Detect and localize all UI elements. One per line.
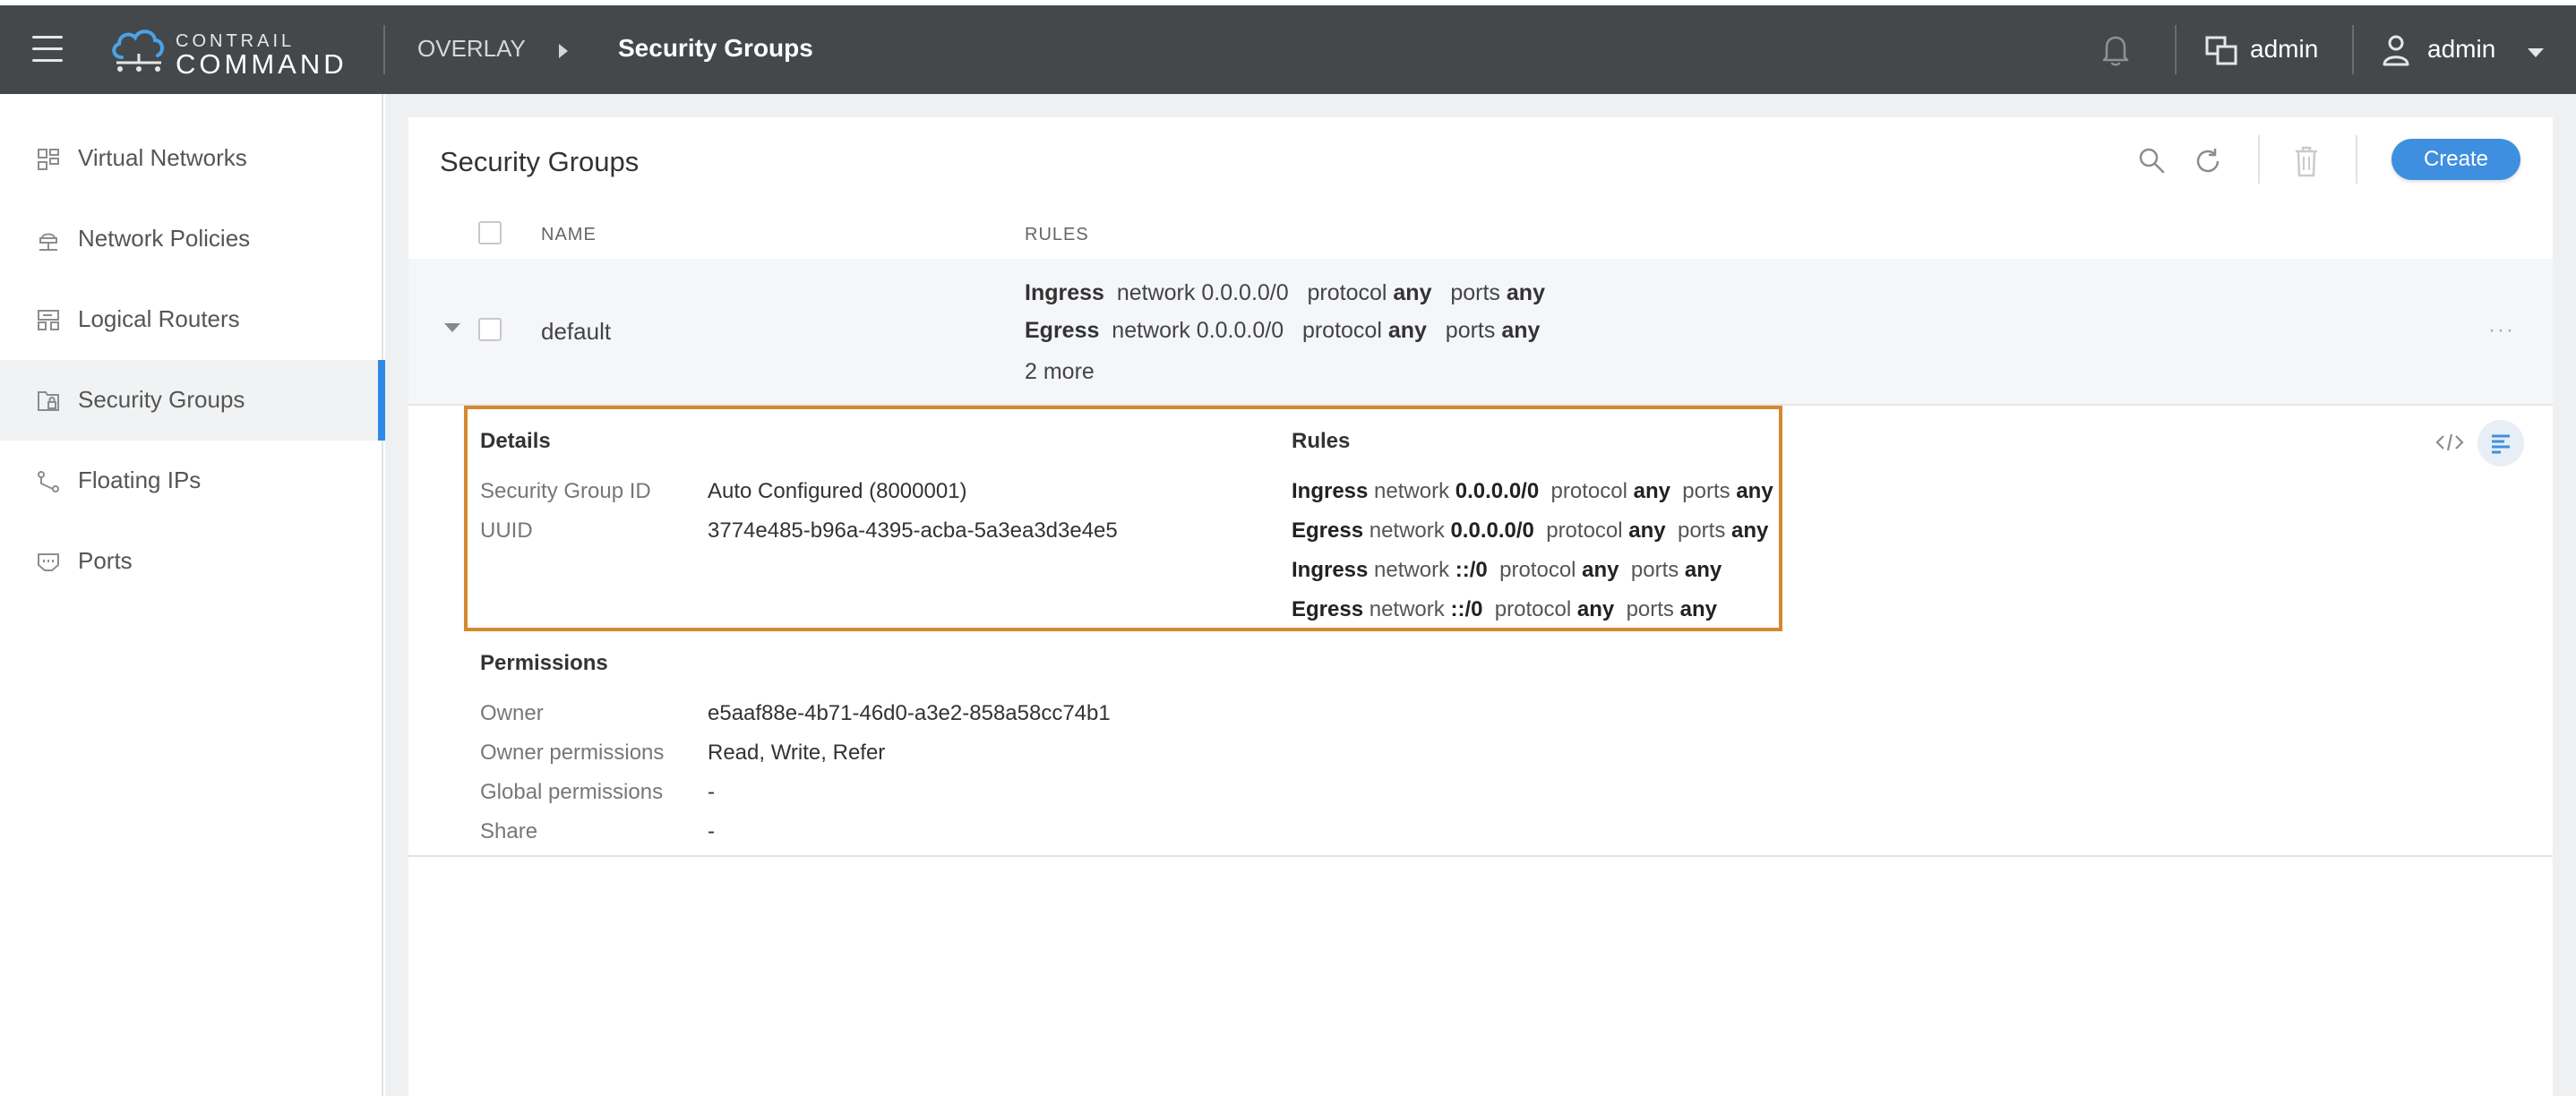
row-actions-menu-icon[interactable]: ··· xyxy=(2488,318,2515,343)
column-header-name[interactable]: NAME xyxy=(541,225,597,245)
owner-permissions-label: Owner permissions xyxy=(480,741,665,765)
row-details-panel: Details Rules Security Group ID Auto Con… xyxy=(408,406,2553,857)
code-view-icon[interactable] xyxy=(2434,429,2465,456)
share-value: - xyxy=(708,819,715,843)
uuid-label: UUID xyxy=(480,518,533,543)
select-all-checkbox[interactable] xyxy=(478,221,502,244)
security-group-id-value: Auto Configured (8000001) xyxy=(708,479,967,503)
column-header-rules: RULES xyxy=(1025,225,1089,244)
owner-label: Owner xyxy=(480,701,544,725)
user-menu[interactable]: admin xyxy=(2427,35,2495,64)
permissions-title: Permissions xyxy=(480,651,608,675)
main-content: Security Groups Create NAME RULES defaul… xyxy=(385,94,2576,1096)
sidebar-item-label: Virtual Networks xyxy=(78,144,247,171)
sidebar-item-ports[interactable]: Ports xyxy=(0,521,383,602)
owner-permissions-value: Read, Write, Refer xyxy=(708,741,886,765)
details-view-toggle[interactable] xyxy=(2477,420,2524,467)
sidebar-item-virtual-networks[interactable]: Virtual Networks xyxy=(0,118,383,199)
notification-bell-icon[interactable] xyxy=(2099,32,2132,68)
rule-detail: Egress network 0.0.0.0/0 protocol any po… xyxy=(1292,518,1769,543)
cloud-logo-icon xyxy=(112,30,164,72)
contrail-command-logo[interactable]: CONTRAIL COMMAND xyxy=(109,25,351,80)
header-divider xyxy=(2175,25,2177,74)
row-name[interactable]: default xyxy=(541,318,611,346)
user-menu-caret-icon[interactable] xyxy=(2528,48,2544,57)
top-bar: CONTRAIL COMMAND OVERLAY Security Groups… xyxy=(0,5,2576,94)
breadcrumb-overlay[interactable]: OVERLAY xyxy=(417,35,526,63)
uuid-value: 3774e485-b96a-4395-acba-5a3ea3d3e4e5 xyxy=(708,518,1118,543)
table-row[interactable]: default Ingress network 0.0.0.0/0 protoc… xyxy=(408,259,2553,406)
active-indicator xyxy=(378,360,385,441)
logical-routers-icon xyxy=(38,310,59,330)
sidebar-item-network-policies[interactable]: Network Policies xyxy=(0,199,383,279)
sidebar-item-label: Ports xyxy=(78,547,133,574)
sidebar: Virtual Networks Network Policies Logica… xyxy=(0,94,385,1096)
trash-icon xyxy=(2296,146,2317,177)
align-left-icon xyxy=(2492,434,2510,454)
row-checkbox[interactable] xyxy=(478,318,502,341)
virtual-networks-icon xyxy=(38,149,59,170)
search-icon[interactable] xyxy=(2137,146,2166,175)
sidebar-item-label: Network Policies xyxy=(78,225,251,252)
security-group-id-label: Security Group ID xyxy=(480,479,651,503)
header-divider xyxy=(383,25,385,74)
user-icon[interactable] xyxy=(2383,34,2409,66)
refresh-icon[interactable] xyxy=(2193,146,2223,176)
rules-title: Rules xyxy=(1292,429,1351,453)
collapse-caret-icon[interactable] xyxy=(444,323,460,332)
breadcrumb-chevron-icon xyxy=(559,44,568,58)
ports-icon xyxy=(38,553,59,571)
rule-detail: Ingress network 0.0.0.0/0 protocol any p… xyxy=(1292,479,1773,503)
share-label: Share xyxy=(480,819,538,843)
security-groups-icon xyxy=(38,391,59,411)
project-icon[interactable] xyxy=(2205,36,2237,66)
sidebar-item-label: Logical Routers xyxy=(78,305,240,332)
sidebar-item-label: Floating IPs xyxy=(78,467,202,493)
hamburger-menu-icon[interactable] xyxy=(32,36,63,63)
rule-summary: Ingress network 0.0.0.0/0 protocol any p… xyxy=(1025,280,1545,305)
network-policies-icon xyxy=(39,233,57,251)
header-divider xyxy=(2352,25,2354,74)
toolbar-divider xyxy=(2356,135,2357,184)
rule-detail: Ingress network ::/0 protocol any ports … xyxy=(1292,558,1722,582)
security-groups-panel: Security Groups Create NAME RULES defaul… xyxy=(408,117,2553,1096)
toolbar-divider xyxy=(2258,135,2260,184)
more-rules-link[interactable]: 2 more xyxy=(1025,359,1095,385)
owner-value: e5aaf88e-4b71-46d0-a3e2-858a58cc74b1 xyxy=(708,701,1111,725)
global-permissions-value: - xyxy=(708,780,715,804)
rule-detail: Egress network ::/0 protocol any ports a… xyxy=(1292,597,1717,621)
details-title: Details xyxy=(480,429,551,453)
sidebar-item-label: Security Groups xyxy=(78,386,245,413)
sidebar-item-floating-ips[interactable]: Floating IPs xyxy=(0,441,383,521)
create-button[interactable]: Create xyxy=(2391,139,2520,180)
project-selector[interactable]: admin xyxy=(2250,35,2318,64)
floating-ips-icon xyxy=(38,471,59,492)
global-permissions-label: Global permissions xyxy=(480,780,664,804)
rule-summary: Egress network 0.0.0.0/0 protocol any po… xyxy=(1025,318,1541,343)
sidebar-item-security-groups[interactable]: Security Groups xyxy=(0,360,385,441)
logo-text-bottom: COMMAND xyxy=(176,48,348,80)
page-title: Security Groups xyxy=(440,146,640,177)
breadcrumb-current: Security Groups xyxy=(618,34,813,62)
sidebar-item-logical-routers[interactable]: Logical Routers xyxy=(0,279,383,360)
